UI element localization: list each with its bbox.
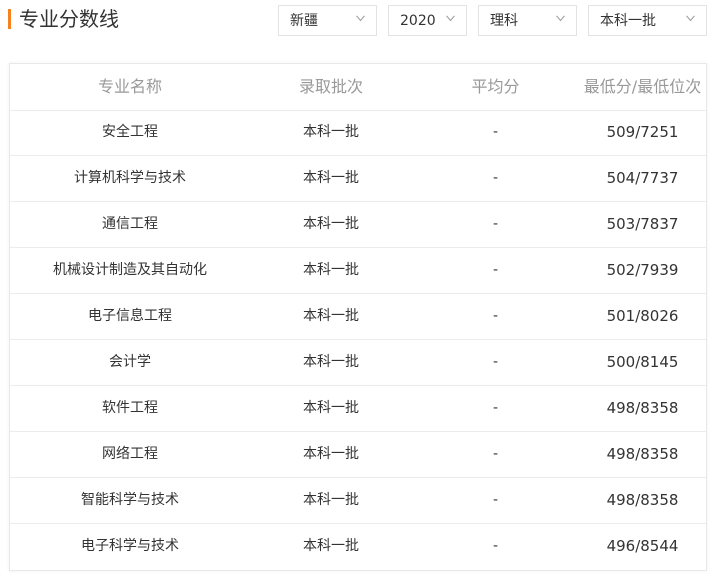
table-header: 专业名称 录取批次 平均分 最低分/最低位次 (10, 64, 706, 111)
cell-average: - (492, 170, 499, 186)
cell-average: - (492, 538, 499, 554)
table-row: 计算机科学与技术 本科一批 - 504/7737 (10, 156, 706, 202)
cell-major: 电子科学与技术 (81, 538, 179, 554)
cell-min-score-rank: 498/8358 (606, 399, 679, 417)
subject-select-value: 理科 (490, 13, 518, 29)
table-row: 软件工程 本科一批 - 498/8358 (10, 386, 706, 432)
batch-select-value: 本科一批 (600, 13, 656, 29)
title-accent-bar (8, 9, 11, 29)
cell-min-score-rank: 500/8145 (606, 353, 679, 371)
cell-major: 计算机科学与技术 (74, 170, 186, 186)
cell-major: 电子信息工程 (88, 308, 172, 324)
cell-min-score-rank: 503/7837 (606, 215, 679, 233)
column-header-major: 专业名称 (97, 77, 162, 96)
cell-min-score-rank: 501/8026 (606, 307, 679, 325)
year-select[interactable]: 2020 (388, 5, 467, 36)
score-table: 专业名称 录取批次 平均分 最低分/最低位次 安全工程 本科一批 -509/7251… (9, 63, 707, 571)
cell-batch: 本科一批 (303, 170, 359, 186)
cell-batch: 本科一批 (303, 124, 359, 140)
cell-average: - (492, 308, 499, 324)
cell-min-score-rank: 502/7939 (606, 261, 679, 279)
table-row: 通信工程 本科一批 - 503/7837 (10, 202, 706, 248)
table-row: 电子信息工程 本科一批 - 501/8026 (10, 294, 706, 340)
cell-major: 安全工程 (102, 124, 158, 140)
cell-batch: 本科一批 (303, 262, 359, 278)
cell-major: 会计学 (109, 354, 151, 370)
cell-major: 智能科学与技术 (81, 492, 179, 508)
cell-average: - (492, 492, 499, 508)
cell-major: 网络工程 (102, 446, 158, 462)
cell-batch: 本科一批 (303, 308, 359, 324)
cell-major: 机械设计制造及其自动化 (53, 262, 207, 278)
cell-batch: 本科一批 (303, 400, 359, 416)
cell-batch: 本科一批 (303, 216, 359, 232)
cell-min-score-rank: 496/8544 (606, 537, 679, 555)
table-body: 安全工程 本科一批 -509/7251 计算机科学与技术 本科一批 -504/7737 通信… (10, 110, 706, 570)
column-header-average: 平均分 (471, 77, 520, 96)
cell-average: - (492, 446, 499, 462)
cell-average: - (492, 400, 499, 416)
province-select[interactable]: 新疆 (278, 5, 377, 36)
cell-major: 软件工程 (102, 400, 158, 416)
cell-batch: 本科一批 (303, 354, 359, 370)
table-row: 安全工程 本科一批 - 509/7251 (10, 110, 706, 156)
subject-select[interactable]: 理科 (478, 5, 577, 36)
chevron-down-icon (686, 15, 695, 23)
cell-average: - (492, 354, 499, 370)
table-row: 会计学 本科一批 - 500/8145 (10, 340, 706, 386)
cell-min-score-rank: 498/8358 (606, 491, 679, 509)
cell-min-score-rank: 509/7251 (606, 123, 679, 141)
province-select-value: 新疆 (290, 13, 318, 29)
batch-select[interactable]: 本科一批 (588, 5, 707, 36)
cell-major: 通信工程 (102, 216, 158, 232)
cell-batch: 本科一批 (303, 446, 359, 462)
cell-batch: 本科一批 (303, 492, 359, 508)
table-row: 网络工程 本科一批 - 498/8358 (10, 432, 706, 478)
year-select-value: 2020 (400, 13, 436, 29)
cell-average: - (492, 216, 499, 232)
cell-min-score-rank: 504/7737 (606, 169, 679, 187)
table-row: 智能科学与技术 本科一批 - 498/8358 (10, 478, 706, 524)
cell-batch: 本科一批 (303, 538, 359, 554)
chevron-down-icon (556, 15, 565, 23)
table-row: 机械设计制造及其自动化 本科一批 - 502/7939 (10, 248, 706, 294)
chevron-down-icon (446, 15, 455, 23)
cell-average: - (492, 124, 499, 140)
cell-average: - (492, 262, 499, 278)
chevron-down-icon (356, 15, 365, 23)
column-header-batch: 录取批次 (298, 77, 363, 96)
table-row: 电子科学与技术 本科一批 - 496/8544 (10, 524, 706, 570)
cell-min-score-rank: 498/8358 (606, 445, 679, 463)
page-title: 专业分数线 (19, 7, 119, 31)
page-header: 专业分数线 新疆 2020 理科 本科一批 (0, 0, 717, 46)
column-header-min-score-rank: 最低分/最低位次 (583, 77, 702, 96)
